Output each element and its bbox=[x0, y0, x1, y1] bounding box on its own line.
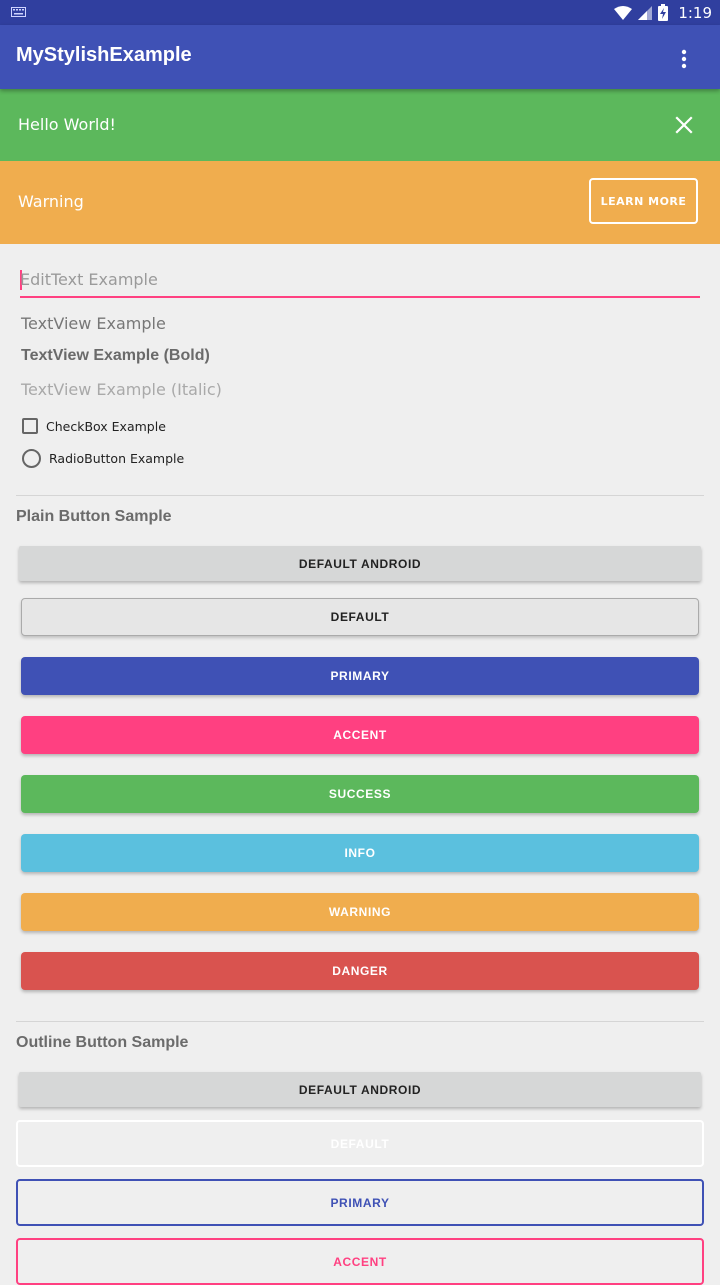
status-time: 1:19 bbox=[678, 3, 712, 22]
checkbox-example[interactable]: CheckBox Example bbox=[22, 418, 166, 434]
outline-default-android-button[interactable]: DEFAULT ANDROID bbox=[19, 1072, 701, 1107]
success-alert: Hello World! bbox=[0, 89, 720, 161]
success-alert-message: Hello World! bbox=[18, 115, 116, 134]
app-bar: MyStylishExample bbox=[0, 25, 720, 89]
plain-success-button[interactable]: SUCCESS bbox=[21, 775, 699, 813]
checkbox-label: CheckBox Example bbox=[46, 418, 166, 434]
textview-example: TextView Example bbox=[21, 314, 166, 333]
radio-label: RadioButton Example bbox=[49, 451, 185, 466]
battery-charging-icon bbox=[658, 4, 669, 21]
more-vert-icon[interactable] bbox=[672, 47, 696, 71]
plain-warning-button[interactable]: WARNING bbox=[21, 893, 699, 931]
radio-circle[interactable] bbox=[22, 449, 41, 468]
plain-info-button[interactable]: INFO bbox=[21, 834, 699, 872]
warning-alert-message: Warning bbox=[18, 192, 84, 211]
keyboard-icon bbox=[11, 7, 26, 17]
signal-icon bbox=[638, 5, 653, 20]
section-divider bbox=[16, 1021, 704, 1022]
learn-more-button[interactable]: LEARN MORE bbox=[589, 178, 698, 224]
radio-example[interactable]: RadioButton Example bbox=[22, 449, 184, 468]
outline-primary-button[interactable]: PRIMARY bbox=[16, 1179, 704, 1226]
plain-accent-button[interactable]: ACCENT bbox=[21, 716, 699, 754]
textview-italic-example: TextView Example (Italic) bbox=[21, 380, 222, 399]
checkbox-box[interactable] bbox=[22, 418, 38, 434]
wifi-icon bbox=[614, 5, 633, 20]
outline-default-button[interactable]: DEFAULT bbox=[16, 1120, 704, 1167]
section-divider bbox=[16, 495, 704, 496]
app-title: MyStylishExample bbox=[16, 44, 192, 66]
outline-button-section-title: Outline Button Sample bbox=[16, 1034, 189, 1051]
edit-text-placeholder: EditText Example bbox=[20, 270, 158, 289]
textview-bold-example: TextView Example (Bold) bbox=[21, 347, 210, 364]
plain-danger-button[interactable]: DANGER bbox=[21, 952, 699, 990]
edit-text-field[interactable]: EditText Example bbox=[20, 266, 700, 298]
plain-default-button[interactable]: DEFAULT bbox=[21, 598, 699, 636]
outline-accent-button[interactable]: ACCENT bbox=[16, 1238, 704, 1285]
plain-default-android-button[interactable]: DEFAULT ANDROID bbox=[19, 546, 701, 581]
warning-alert: Warning LEARN MORE bbox=[0, 161, 720, 244]
plain-primary-button[interactable]: PRIMARY bbox=[21, 657, 699, 695]
status-bar: 1:19 bbox=[0, 0, 720, 25]
plain-button-section-title: Plain Button Sample bbox=[16, 508, 172, 525]
close-icon[interactable] bbox=[674, 115, 694, 135]
